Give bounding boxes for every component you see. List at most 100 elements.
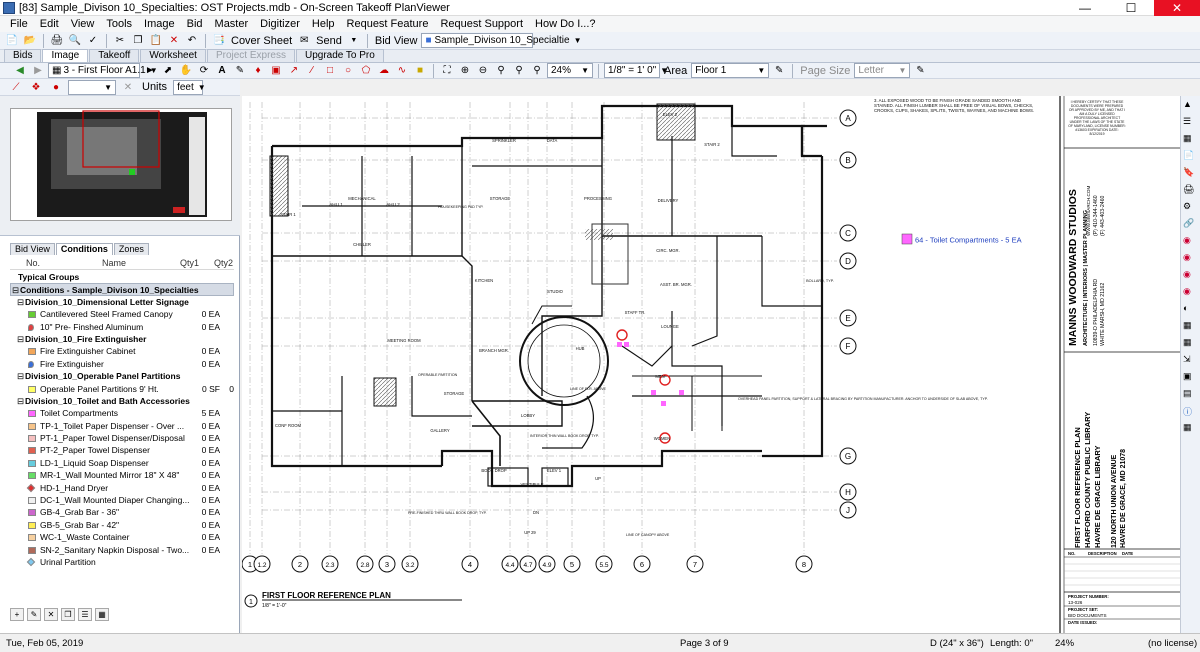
condition-item[interactable]: Urinal Partition (10, 556, 234, 568)
arrow-icon[interactable]: ↗ (286, 63, 302, 79)
minimize-button[interactable]: — (1062, 0, 1108, 16)
delete-condition-icon[interactable]: ✕ (44, 608, 58, 621)
split-view-icon[interactable]: ◐ (1183, 303, 1197, 317)
menu-help[interactable]: Help (306, 18, 341, 30)
line-icon[interactable]: ∕ (304, 63, 320, 79)
condition-item[interactable]: Cantilevered Steel Framed Canopy 0 EA (10, 308, 234, 320)
grid-icon[interactable]: ▦ (1183, 320, 1197, 334)
bookmark-icon[interactable]: 🔖 (1183, 167, 1197, 181)
condition-item[interactable]: SN-2_Sanitary Napkin Disposal - Two... 0 … (10, 544, 234, 556)
condition-item[interactable]: Fire Extinguisher 0 EA (10, 358, 234, 370)
print-icon[interactable]: 🖨 (49, 33, 65, 49)
undo-icon[interactable]: ↶ (184, 33, 200, 49)
page-select[interactable]: ▦ 3 - First Floor A1.1 ▼ (48, 63, 158, 78)
zoom-select[interactable]: 24% ▼ (547, 63, 593, 78)
new-icon[interactable]: 📄 (4, 33, 20, 49)
tab-project-express[interactable]: Project Express (206, 49, 295, 62)
pin-icon[interactable]: ◉ (1183, 286, 1197, 300)
close-button[interactable]: ✕ (1154, 0, 1200, 16)
table-icon[interactable]: ▦ (1183, 337, 1197, 351)
menu-bid[interactable]: Bid (181, 18, 209, 30)
image-icon[interactable]: ▣ (1183, 371, 1197, 385)
tab-bids[interactable]: Bids (4, 49, 42, 62)
tab-worksheet[interactable]: Worksheet (140, 49, 206, 62)
condition-item[interactable]: 10" Pre- Finshed Aluminum 0 EA (10, 321, 234, 333)
rotate-icon[interactable]: ⟳ (196, 63, 212, 79)
condition-grid-icon[interactable]: ▦ (95, 608, 109, 621)
menu-edit[interactable]: Edit (34, 18, 65, 30)
compare-icon[interactable]: ▤ (1183, 388, 1197, 402)
condition-item[interactable]: Fire Extinguisher Cabinet 0 EA (10, 345, 234, 357)
copy-condition-icon[interactable]: ❐ (61, 608, 75, 621)
tab-upgrade-to-pro[interactable]: Upgrade To Pro (295, 49, 384, 62)
send-button[interactable]: Send (314, 35, 344, 47)
delete-icon[interactable]: ✕ (166, 33, 182, 49)
header-qty1[interactable]: Qty1 (180, 258, 199, 268)
menu-tools[interactable]: Tools (100, 18, 138, 30)
note-icon[interactable]: ■ (412, 63, 428, 79)
tab-takeoff[interactable]: Takeoff (89, 49, 140, 62)
header-name[interactable]: Name (102, 258, 126, 268)
overlay-icon[interactable]: ▦ (1183, 133, 1197, 147)
layers-icon[interactable]: ☰ (1183, 116, 1197, 130)
header-qty2[interactable]: Qty2 (214, 258, 233, 268)
calculator-icon[interactable]: ▦ (1183, 422, 1197, 436)
copy-icon[interactable]: ❐ (130, 33, 146, 49)
menu-view[interactable]: View (65, 18, 101, 30)
condition-group-row[interactable]: ⊟Division_10_Operable Panel Partitions (10, 370, 234, 382)
settings-icon[interactable]: ⚙ (1183, 201, 1197, 215)
drawing-canvas[interactable]: SPRINKLER DATA MECHANICAL AHU 1 AHU 2 CHILLER… (242, 96, 1180, 633)
condition-item[interactable]: GB-4_Grab Bar - 36" 0 EA (10, 506, 234, 518)
freehand-icon[interactable]: ∿ (394, 63, 410, 79)
zoom-page-icon[interactable]: ⚲ (529, 63, 545, 79)
condition-item[interactable]: DC-1_Wall Mounted Diaper Changing... 0 EA (10, 494, 234, 506)
condition-item[interactable]: MR-1_Wall Mounted Mirror 18" X 48" 0 EA (10, 469, 234, 481)
highlight-icon[interactable]: ◉ (1183, 269, 1197, 283)
page-next-icon[interactable]: ► (142, 63, 158, 79)
open-folder-icon[interactable]: 📂 (22, 33, 38, 49)
condition-item[interactable]: WC-1_Waste Container 0 EA (10, 531, 234, 543)
scroll-up-icon[interactable]: ▲ (1183, 99, 1197, 113)
condition-item[interactable]: LD-1_Liquid Soap Dispenser 0 EA (10, 457, 234, 469)
maximize-button[interactable]: ☐ (1108, 0, 1154, 16)
condition-item[interactable]: Operable Panel Partitions 9' Ht. 0 SF 0 (10, 383, 234, 395)
tab-zones[interactable]: Zones (113, 243, 149, 255)
zoom-in-icon[interactable]: ⊕ (457, 63, 473, 79)
rectangle-icon[interactable]: □ (322, 63, 338, 79)
condition-item[interactable]: TP-1_Toilet Paper Dispenser - Over ... 0 … (10, 420, 234, 432)
condition-group-row[interactable]: ⊟Division_10_Toilet and Bath Accessories (10, 395, 234, 407)
tab-image[interactable]: Image (42, 49, 89, 62)
highlighter-icon[interactable]: ✎ (232, 63, 248, 79)
forward-icon[interactable]: ▶ (30, 63, 46, 79)
condition-group-row[interactable]: ⊟Division_10_Dimensional Letter Signage (10, 296, 234, 308)
area-edit-icon[interactable]: ✎ (771, 63, 787, 79)
tab-conditions[interactable]: Conditions (55, 243, 113, 255)
measure-select[interactable]: ▼ (68, 79, 116, 95)
pan-hand-icon[interactable]: ✋ (178, 63, 194, 79)
condition-list-icon[interactable]: ☰ (78, 608, 92, 621)
page-size-edit-icon[interactable]: ✎ (912, 63, 928, 79)
record-icon[interactable]: ● (48, 79, 64, 95)
scale-select[interactable]: 1/8" = 1' 0" ▼ (604, 63, 668, 78)
condition-group-row[interactable]: ⊟Division_10_Fire Extinguisher (10, 333, 234, 345)
add-condition-icon[interactable]: + (10, 608, 24, 621)
cover-sheet-button[interactable]: Cover Sheet (229, 35, 294, 47)
clear-icon[interactable]: ✕ (120, 79, 136, 95)
cut-icon[interactable]: ✂ (112, 33, 128, 49)
export-icon[interactable]: ⇲ (1183, 354, 1197, 368)
bid-select[interactable]: ■ Sample_Divison 10_Specialtie ▼ (421, 33, 582, 48)
ellipse-icon[interactable]: ○ (340, 63, 356, 79)
chevron-down-icon[interactable]: ▼ (346, 33, 362, 49)
pointer-icon[interactable]: ⬈ (160, 63, 176, 79)
text-icon[interactable]: A (214, 63, 230, 79)
area-select[interactable]: Floor 1 ▼ (691, 63, 770, 78)
print-preview-icon[interactable]: 🔍 (67, 33, 83, 49)
info-icon[interactable]: ⓘ (1183, 405, 1197, 419)
zoom-width-icon[interactable]: ⚲ (511, 63, 527, 79)
menu-request-support[interactable]: Request Support (434, 18, 529, 30)
menu-master[interactable]: Master (209, 18, 255, 30)
typical-groups-row[interactable]: Typical Groups (10, 271, 234, 283)
condition-item[interactable]: HD-1_Hand Dryer 0 EA (10, 482, 234, 494)
condition-item[interactable]: Toilet Compartments 5 EA (10, 407, 234, 420)
zoom-out-icon[interactable]: ⊖ (475, 63, 491, 79)
